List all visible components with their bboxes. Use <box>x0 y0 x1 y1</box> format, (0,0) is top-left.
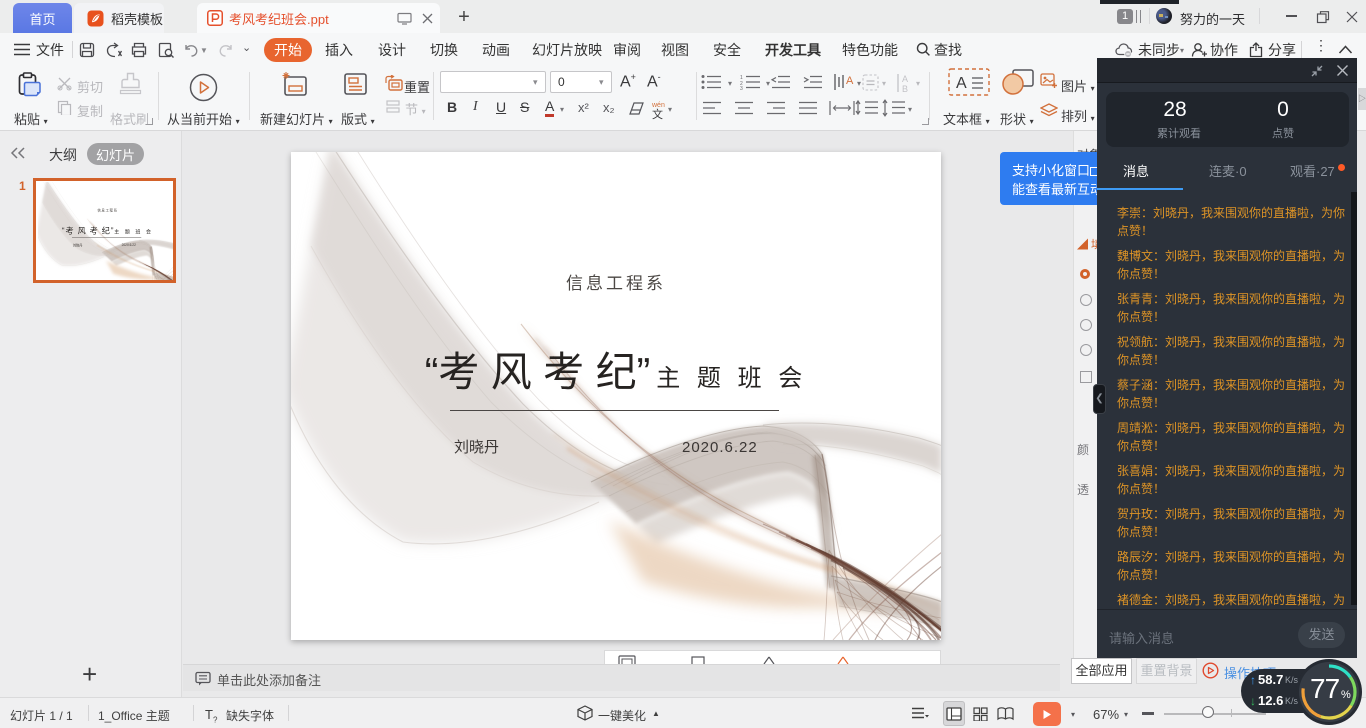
svg-text:3: 3 <box>740 86 743 90</box>
svg-text:A: A <box>902 74 908 84</box>
svg-text:A: A <box>956 75 967 92</box>
svg-text:B: B <box>902 84 908 94</box>
svg-text:A: A <box>846 75 854 87</box>
